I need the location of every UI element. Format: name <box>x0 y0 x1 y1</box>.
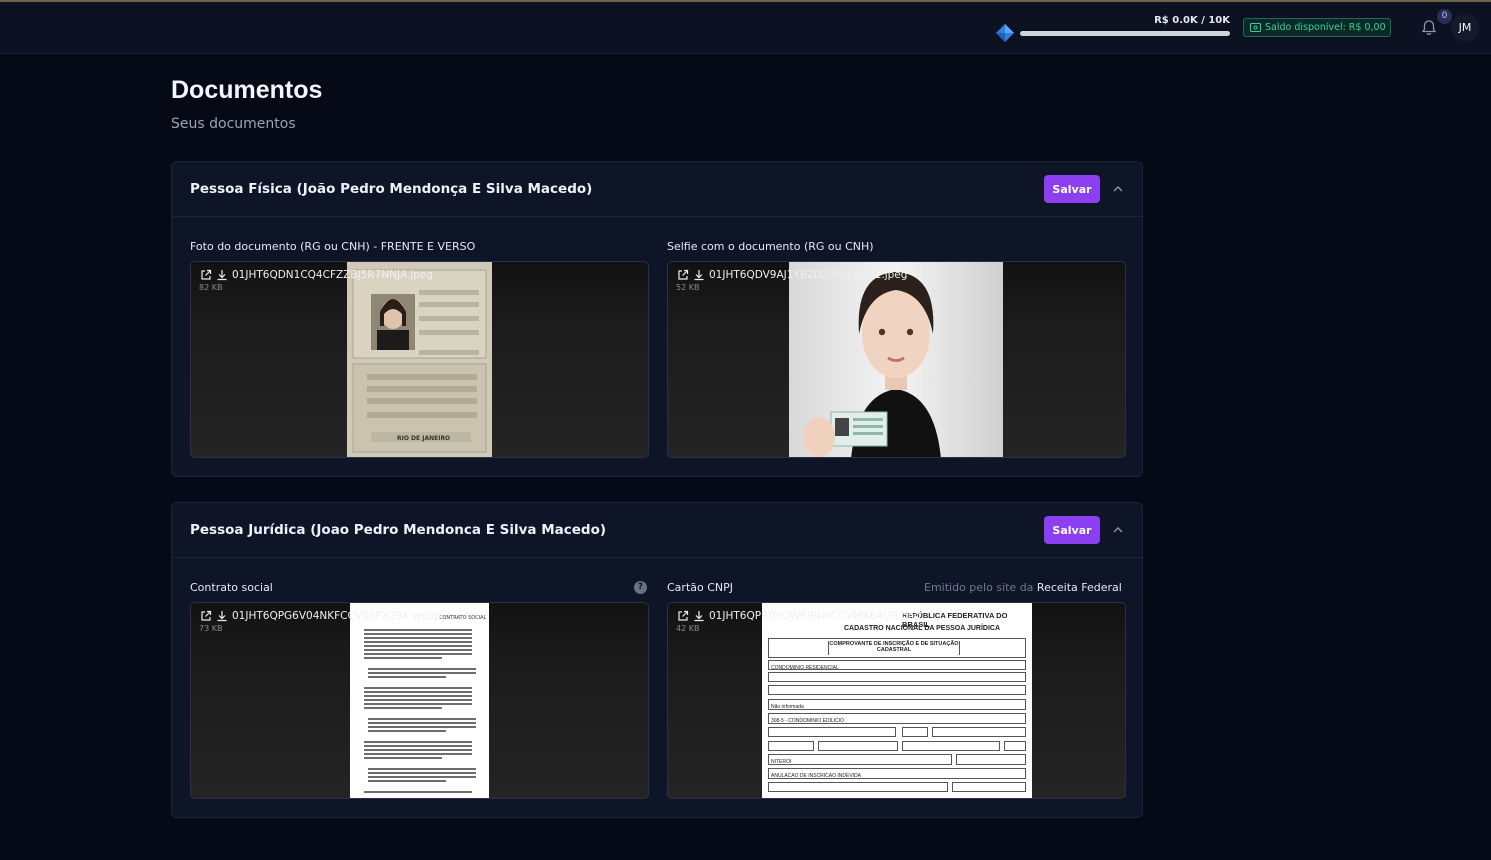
wallet-icon <box>1250 23 1261 32</box>
contract-text-line <box>364 629 472 631</box>
topbar: R$ 0.0K / 10K Saldo disponível: R$ 0,00 … <box>0 2 1491 54</box>
file-name: 01JHT6QDV9AJ1YB2D2I6S4WSF1.jpeg <box>709 269 908 281</box>
issuer-note-prefix: Emitido pelo site da <box>924 581 1034 594</box>
cnpj-box-title: COMPROVANTE DE INSCRIÇÃO E DE SITUAÇÃO C… <box>828 641 960 655</box>
external-link-icon[interactable] <box>200 269 212 281</box>
field-label: Selfie com o documento (RG ou CNH) <box>667 240 874 253</box>
page-title: Documentos <box>171 76 323 104</box>
logo-mark <box>996 24 1014 42</box>
section-pessoa-juridica: Pessoa Jurídica (Joao Pedro Mendonca E S… <box>171 502 1143 818</box>
section-header[interactable]: Pessoa Jurídica (Joao Pedro Mendonca E S… <box>172 503 1142 558</box>
section-header[interactable]: Pessoa Física (João Pedro Mendonça E Sil… <box>172 162 1142 217</box>
cnpj-subheader: CADASTRO NACIONAL DA PESSOA JURÍDICA <box>843 625 1001 632</box>
contract-text-line <box>368 672 476 674</box>
contract-text-line <box>364 633 472 635</box>
cnpj-card-preview[interactable]: 01JHT6QPR0YQWK9NMCGVMX64G9.png 42 KB REP… <box>667 602 1126 799</box>
cnpj-activity: Não informada <box>768 699 1026 710</box>
selfie-preview[interactable]: 01JHT6QDV9AJ1YB2D2I6S4WSF1.jpeg 52 KB <box>667 261 1126 458</box>
contract-text-line <box>368 768 476 770</box>
file-name-row: 01JHT6QDN1CQ4CFZZBJ5R7NNJA.jpeg <box>200 269 433 281</box>
contract-text-line <box>364 753 472 755</box>
contract-text-line <box>364 645 472 647</box>
cnpj-nature: 308-5 - CONDOMINIO EDILICIO <box>768 713 1026 724</box>
contract-text-line <box>364 749 472 751</box>
page-subtitle: Seus documentos <box>171 116 296 132</box>
external-link-icon[interactable] <box>200 610 212 622</box>
cnpj-name: CONDOMINIO RESIDENCIAL <box>768 660 1026 671</box>
contract-text-line <box>368 726 476 728</box>
section-title: Pessoa Jurídica (Joao Pedro Mendonca E S… <box>190 522 607 538</box>
chevron-up-icon[interactable] <box>1112 525 1124 535</box>
receita-federal-link[interactable]: Receita Federal <box>1037 581 1122 594</box>
contract-text-line <box>368 730 446 732</box>
avatar[interactable]: JM <box>1451 14 1479 42</box>
contract-image <box>350 603 489 798</box>
external-link-icon[interactable] <box>677 610 689 622</box>
save-button[interactable]: Salvar <box>1044 175 1100 203</box>
field-label: Contrato social <box>190 581 273 594</box>
file-name-row: 01JHT6QDV9AJ1YB2D2I6S4WSF1.jpeg <box>677 269 907 281</box>
contract-text-line <box>368 718 476 720</box>
goal-progress-label: R$ 0.0K / 10K <box>1154 15 1230 26</box>
contract-text-line <box>364 653 472 655</box>
file-name: 01JHT6QPR0YQWK9NMCGVMX64G9.png <box>709 610 921 622</box>
contract-text-line <box>364 791 472 793</box>
file-size: 42 KB <box>676 624 700 633</box>
file-name: 01JHT6QPG6V04NKFCCV86PX29K.webp <box>232 610 441 622</box>
id-card-image <box>347 262 492 457</box>
file-size: 82 KB <box>199 283 223 292</box>
file-size: 73 KB <box>199 624 223 633</box>
contract-heading: CONTRATO SOCIAL <box>439 615 487 621</box>
file-name-row: 01JHT6QPG6V04NKFCCV86PX29K.webp <box>200 610 441 622</box>
download-icon[interactable] <box>216 610 228 622</box>
contract-text-line <box>368 676 446 678</box>
balance-badge[interactable]: Saldo disponível: R$ 0,00 <box>1243 18 1391 37</box>
contract-text-line <box>364 699 472 701</box>
field-label: Foto do documento (RG ou CNH) - FRENTE E… <box>190 240 476 253</box>
cnpj-card-image: REPÚBLICA FEDERATIVA DO BRASIL CADASTRO … <box>762 603 1032 798</box>
contract-text-line <box>364 757 442 759</box>
save-button[interactable]: Salvar <box>1044 516 1100 544</box>
document-photo-preview[interactable]: 01JHT6QDN1CQ4CFZZBJ5R7NNJA.jpeg 82 KB RI… <box>190 261 649 458</box>
file-name: 01JHT6QDN1CQ4CFZZBJ5R7NNJA.jpeg <box>232 269 433 281</box>
contract-text-line <box>364 637 472 639</box>
contract-text-line <box>364 741 472 743</box>
goal-progress-bar <box>1020 31 1230 36</box>
contract-text-line <box>364 707 442 709</box>
contract-text-line <box>368 780 446 782</box>
contract-text-line <box>364 687 472 689</box>
chevron-up-icon[interactable] <box>1112 184 1124 194</box>
contract-text-line <box>368 668 476 670</box>
contract-text-line <box>364 641 472 643</box>
file-size: 52 KB <box>676 283 700 292</box>
contract-text-line <box>364 691 472 693</box>
contract-text-line <box>368 772 476 774</box>
contract-text-line <box>364 657 442 659</box>
help-icon[interactable]: ? <box>634 581 647 594</box>
cnpj-status: ANULACAO DE INSCRICAO INDEVIDA <box>768 768 1026 779</box>
id-card-state-label: RIO DE JANEIRO <box>397 435 451 442</box>
contract-text-line <box>368 722 476 724</box>
contract-text-line <box>364 703 472 705</box>
contract-preview[interactable]: 01JHT6QPG6V04NKFCCV86PX29K.webp 73 KB CO… <box>190 602 649 799</box>
external-link-icon[interactable] <box>677 269 689 281</box>
download-icon[interactable] <box>693 610 705 622</box>
selfie-image <box>789 262 1003 457</box>
section-pessoa-fisica: Pessoa Física (João Pedro Mendonça E Sil… <box>171 161 1143 477</box>
field-label: Cartão CNPJ <box>667 581 734 594</box>
contract-text-line <box>364 695 472 697</box>
contract-text-line <box>364 745 472 747</box>
notification-count-badge: 0 <box>1437 9 1452 24</box>
contract-text-line <box>364 649 472 651</box>
file-name-row: 01JHT6QPR0YQWK9NMCGVMX64G9.png <box>677 610 921 622</box>
issuer-note: Emitido pelo site da Receita Federal <box>924 581 1122 594</box>
download-icon[interactable] <box>216 269 228 281</box>
balance-label: Saldo disponível: R$ 0,00 <box>1265 22 1386 33</box>
cnpj-city: NITEROI <box>768 754 952 765</box>
section-title: Pessoa Física (João Pedro Mendonça E Sil… <box>190 181 593 197</box>
bell-icon[interactable] <box>1421 19 1437 37</box>
contract-text-line <box>368 776 476 778</box>
download-icon[interactable] <box>693 269 705 281</box>
